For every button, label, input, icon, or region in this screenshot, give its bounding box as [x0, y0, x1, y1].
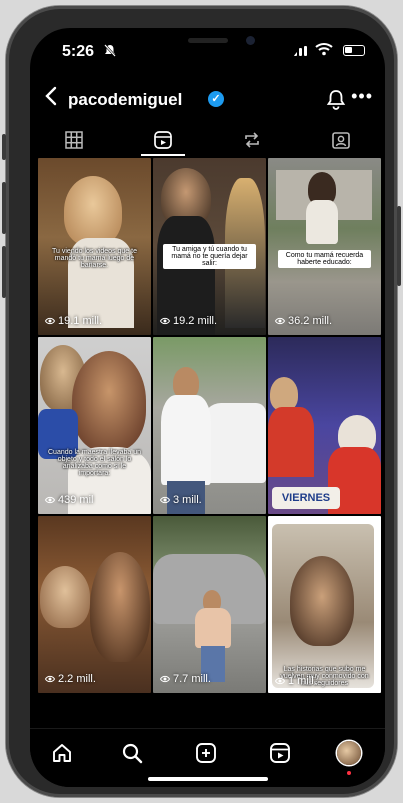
views-eye-icon: [160, 496, 170, 504]
reel-caption: Cuando la maestra llevaba un objeto y to…: [48, 449, 142, 477]
reel-views: 19.1 mill.: [45, 315, 102, 327]
reel-thumbnail[interactable]: Cuando la maestra llevaba un objeto y to…: [38, 337, 151, 514]
grid-icon: [65, 131, 83, 149]
reel-thumbnail[interactable]: 7.7 mill.: [153, 516, 266, 693]
reel-view-count: 1 mill.: [288, 675, 317, 687]
reel-caption: Como tu mamá recuerda haberte educado:: [278, 250, 371, 268]
reel-views: 19.2 mill.: [160, 315, 217, 327]
views-eye-icon: [275, 677, 285, 685]
battery-icon: [343, 45, 365, 56]
nav-create[interactable]: [192, 739, 220, 767]
tab-reposts[interactable]: [208, 124, 296, 156]
notification-dot: [347, 771, 351, 775]
create-post-icon: [196, 743, 216, 763]
home-icon: [53, 744, 71, 762]
profile-header: pacodemiguel ✓ •••: [30, 80, 385, 120]
profile-username: pacodemiguel: [68, 90, 183, 109]
notifications-bell-icon[interactable]: [325, 88, 347, 110]
back-button[interactable]: [44, 86, 58, 111]
views-eye-icon: [160, 675, 170, 683]
reel-view-count: 19.2 mill.: [173, 315, 218, 327]
reel-views: 7.7 mill.: [160, 673, 211, 685]
phone-frame: 5:26 pacodemiguel ✓ ••• Tu viendo los vi…: [2, 6, 401, 797]
volume-down-button: [2, 246, 6, 298]
reels-icon: [154, 131, 172, 149]
reels-nav-icon: [270, 743, 290, 763]
reel-thumbnail[interactable]: 3 mill.: [153, 337, 266, 514]
verified-badge-icon: ✓: [208, 91, 224, 107]
nav-profile-avatar[interactable]: [337, 741, 361, 765]
reel-view-count: 2.2 mill.: [58, 673, 96, 685]
reels-grid: Tu viendo los videos que te mandó tu mam…: [38, 158, 385, 693]
volume-up-button: [2, 182, 6, 234]
reel-caption: Tu amiga y tú cuando tu mamá no te querí…: [163, 244, 256, 269]
home-indicator: [148, 777, 268, 781]
reel-view-count: 36.2 mill.: [288, 315, 333, 327]
reel-view-count: 439 mil: [58, 494, 94, 506]
reel-thumbnail[interactable]: 2.2 mill.: [38, 516, 151, 693]
reel-view-count: 19.1 mill.: [58, 315, 103, 327]
reel-thumbnail[interactable]: Como tu mamá recuerda haberte educado: 3…: [268, 158, 381, 335]
reel-thumbnail[interactable]: Las historias que subo me vuelven muy co…: [268, 516, 381, 693]
reel-view-count: 3 mill.: [173, 494, 202, 506]
reel-caption: VIERNES: [281, 492, 331, 504]
notch: [116, 28, 300, 60]
nav-home[interactable]: [48, 739, 76, 767]
reel-views: 439 mil: [45, 494, 93, 506]
reel-views: 36.2 mill.: [275, 315, 332, 327]
screen: 5:26 pacodemiguel ✓ ••• Tu viendo los vi…: [30, 28, 385, 787]
reel-thumbnail[interactable]: Tu viendo los videos que te mandó tu mam…: [38, 158, 151, 335]
tab-grid[interactable]: [30, 124, 118, 156]
status-time: 5:26: [62, 43, 95, 60]
views-eye-icon: [45, 675, 55, 683]
views-eye-icon: [45, 496, 55, 504]
mute-switch: [2, 134, 6, 160]
bottom-nav: [30, 728, 385, 787]
reel-thumbnail[interactable]: VIERNES: [268, 337, 381, 514]
nav-search[interactable]: [118, 739, 146, 767]
search-icon: [122, 743, 143, 764]
profile-tabs: [30, 124, 385, 156]
power-button: [397, 206, 401, 286]
reel-view-count: 7.7 mill.: [173, 673, 211, 685]
more-options-icon[interactable]: •••: [351, 86, 373, 107]
reel-views: 3 mill.: [160, 494, 202, 506]
views-eye-icon: [45, 317, 55, 325]
reel-caption: Tu viendo los videos que te mandó tu mam…: [52, 248, 137, 269]
tab-tagged[interactable]: [297, 124, 385, 156]
views-eye-icon: [160, 317, 170, 325]
reel-thumbnail[interactable]: Tu amiga y tú cuando tu mamá no te querí…: [153, 158, 266, 335]
wifi-icon: [315, 43, 333, 56]
nav-reels[interactable]: [266, 739, 294, 767]
repost-icon: [245, 132, 259, 148]
reel-views: 1 mill.: [275, 675, 317, 687]
reel-views: 2.2 mill.: [45, 673, 96, 685]
views-eye-icon: [275, 317, 285, 325]
silent-bell-icon: [104, 44, 116, 60]
tagged-user-icon: [332, 132, 350, 149]
tab-reels[interactable]: [119, 124, 207, 156]
